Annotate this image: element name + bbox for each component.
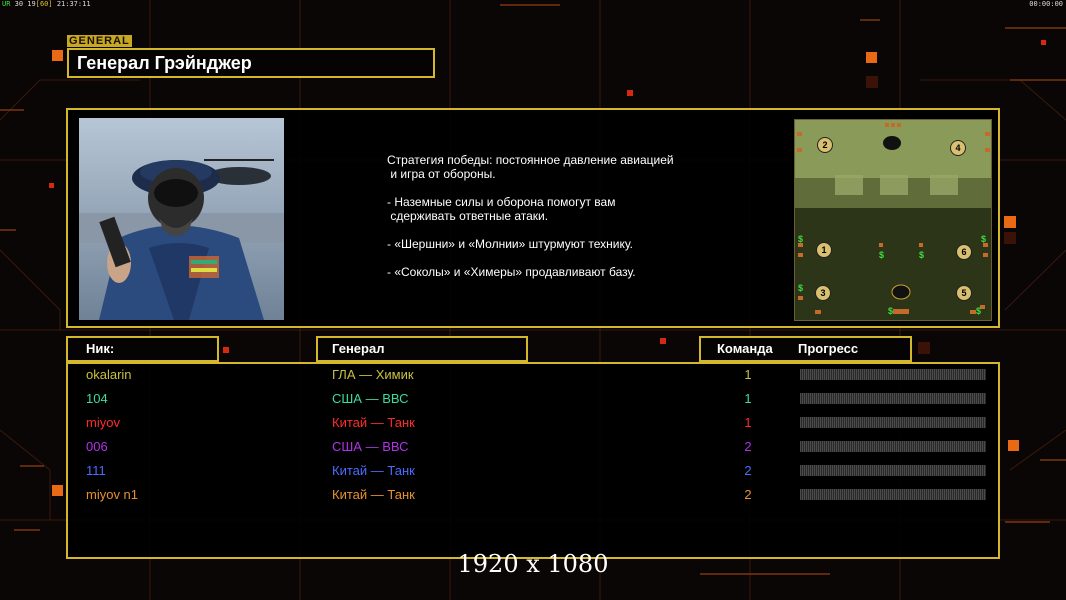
player-general: ГЛА — Химик [332,367,414,382]
load-progress-bar [800,465,986,476]
player-row[interactable]: 104 США — ВВС 1 [68,389,998,409]
description-line: - Наземные силы и оборона помогут вам [387,195,616,209]
start-position-marker[interactable]: 1 [816,242,832,258]
player-team: 2 [744,463,752,478]
resolution-caption: 1920 x 1080 [457,550,609,578]
player-row[interactable]: okalarin ГЛА — Химик 1 [68,365,998,385]
supply-dollar-icon: $ [879,250,885,260]
supply-dollar-icon: $ [798,283,804,293]
supply-dollar-icon: $ [976,306,982,316]
load-progress-bar [800,441,986,452]
player-team: 1 [744,391,752,406]
player-general: Китай — Танк [332,463,415,478]
supply-dollar-icon: $ [888,306,894,316]
load-progress-bar [800,393,986,404]
general-column-header: Генерал [316,336,528,362]
player-nick: miyov [86,415,120,430]
description-line: - «Шершни» и «Молнии» штурмуют технику. [387,237,633,251]
description-line: Стратегия победы: постоянное давление ав… [387,153,674,167]
player-list: okalarin ГЛА — Химик 1 104 США — ВВС 1 m… [66,362,1000,559]
progress-header-label: Прогресс [798,341,859,356]
general-header-label: Генерал [332,341,385,356]
clock: 21:37:11 [56,0,91,8]
player-nick: 104 [86,391,108,406]
start-position-marker[interactable]: 2 [817,137,833,153]
start-position-marker[interactable]: 5 [956,285,972,301]
status-middle: 30 19 [10,0,36,8]
player-nick: 006 [86,439,108,454]
nick-column-header: Ник: [66,336,219,362]
description-line: - «Соколы» и «Химеры» продавливают базу. [387,265,636,279]
player-row[interactable]: miyov Китай — Танк 1 [68,413,998,433]
general-title-box: Генерал Грэйнджер [67,48,435,78]
status-bracket: [60] [35,0,53,8]
nick-header-label: Ник: [86,341,115,356]
team-header-label: Команда [717,341,773,356]
game-timer: 00:00:00 [1029,0,1063,8]
player-nick: miyov n1 [86,487,139,502]
player-nick: okalarin [86,367,132,382]
load-progress-bar [800,489,986,500]
general-portrait [79,118,284,320]
player-row[interactable]: miyov n1 Китай — Танк 2 [68,485,998,505]
supply-dollar-icon: $ [919,250,925,260]
start-position-marker[interactable]: 4 [950,140,966,156]
player-nick: 111 [86,463,106,478]
player-row[interactable]: 111 Китай — Танк 2 [68,461,998,481]
player-team: 2 [744,439,752,454]
load-progress-bar [800,417,986,428]
start-position-marker[interactable]: 3 [815,285,831,301]
player-general: Китай — Танк [332,487,415,502]
player-row[interactable]: 006 США — ВВС 2 [68,437,998,457]
player-team: 1 [744,415,752,430]
player-general: США — ВВС [332,391,409,406]
strategy-description: Стратегия победы: постоянное давление ав… [387,153,674,279]
supply-dollar-icon: $ [798,234,804,244]
status-readout: UR 30 19[60] 21:37:11 [2,0,91,8]
player-general: Китай — Танк [332,415,415,430]
general-tag: GENERAL [67,35,132,47]
description-line: и игра от обороны. [387,167,496,181]
start-position-marker[interactable]: 6 [956,244,972,260]
player-team: 2 [744,487,752,502]
load-progress-bar [800,369,986,380]
supply-dollar-icon: $ [981,234,987,244]
team-progress-column-header: Команда Прогресс [699,336,912,362]
player-general: США — ВВС [332,439,409,454]
player-team: 1 [744,367,752,382]
description-line: сдерживать ответные атаки. [387,209,549,223]
general-name: Генерал Грэйнджер [77,53,252,73]
map-preview[interactable]: 2 4 1 6 3 5 $ $ $ $ $ $ $ [794,119,992,321]
